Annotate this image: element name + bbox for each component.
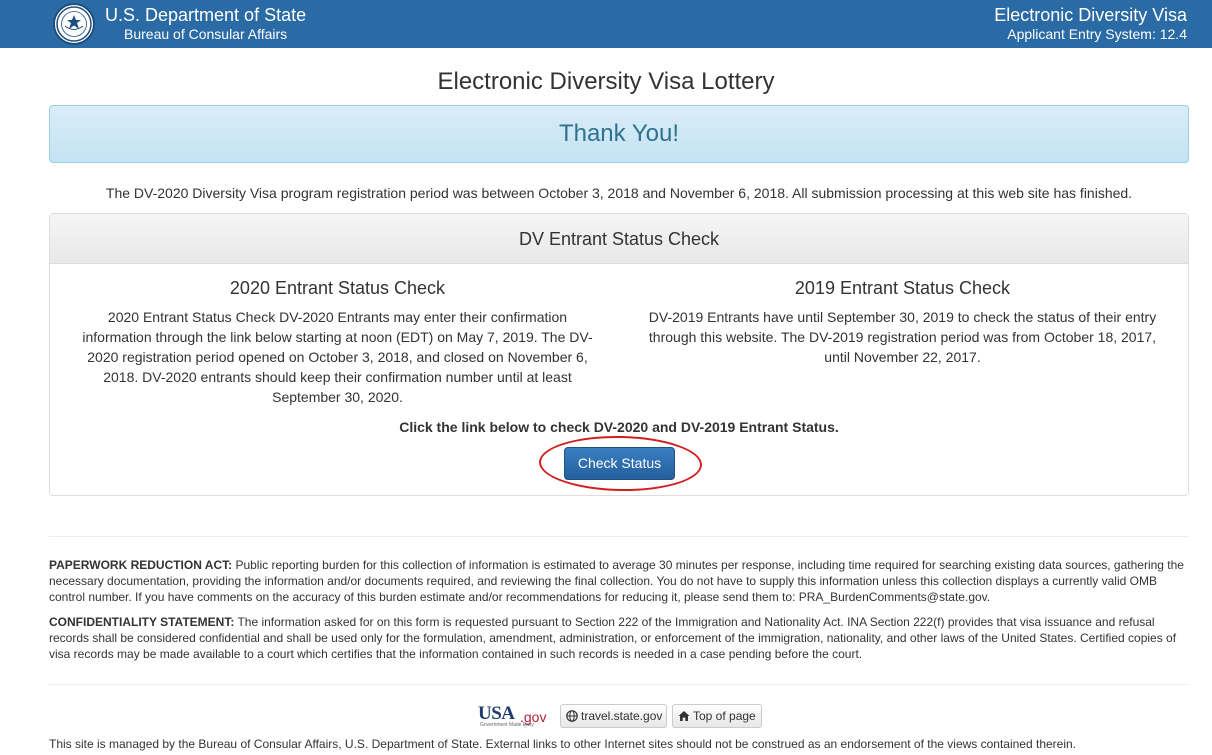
status-2020-section: 2020 Entrant Status Check 2020 Entrant S… [80, 278, 595, 407]
usa-logo-tagline: Government Made Easy [480, 722, 534, 728]
top-link-label: Top of page [693, 709, 756, 723]
system-title: Electronic Diversity Visa [994, 5, 1187, 25]
check-status-button[interactable]: Check Status [564, 447, 675, 480]
travel-state-gov-link[interactable]: travel.state.gov [560, 704, 667, 728]
status-2019-section: 2019 Entrant Status Check DV-2019 Entran… [645, 278, 1160, 367]
paperwork-reduction-act: PAPERWORK REDUCTION ACT: Public reportin… [49, 557, 1194, 606]
page-title: Electronic Diversity Visa Lottery [437, 68, 775, 95]
usa-logo-mark: USA [478, 703, 515, 724]
site-disclaimer: This site is managed by the Bureau of Co… [49, 737, 1077, 751]
system-version: Applicant Entry System: 12.4 [1007, 26, 1187, 42]
bureau-name: Bureau of Consular Affairs [124, 26, 288, 42]
status-2019-title: 2019 Entrant Status Check [794, 278, 1011, 298]
thank-you-banner: Thank You! [49, 105, 1189, 163]
registration-period-notice: The DV-2020 Diversity Visa program regis… [105, 185, 1133, 201]
globe-icon [566, 710, 578, 722]
usa-gov-logo[interactable]: USA .gov Government Made Easy [478, 704, 554, 728]
divider [49, 536, 1189, 537]
divider [49, 684, 1189, 685]
travel-link-label: travel.state.gov [581, 709, 663, 723]
status-check-panel: DV Entrant Status Check 2020 Entrant Sta… [49, 213, 1189, 496]
check-status-instruction: Click the link below to check DV-2020 an… [399, 419, 839, 435]
paperwork-label: PAPERWORK REDUCTION ACT: [49, 558, 233, 572]
state-department-seal-icon[interactable] [53, 3, 95, 45]
site-header: U.S. Department of State Bureau of Consu… [0, 0, 1212, 48]
footer-links: USA .gov Government Made Easy travel.sta… [0, 704, 1212, 728]
agency-name: U.S. Department of State [105, 5, 307, 25]
panel-heading: DV Entrant Status Check [50, 214, 1188, 264]
status-2020-description: 2020 Entrant Status Check DV-2020 Entran… [82, 309, 593, 405]
confidentiality-label: CONFIDENTIALITY STATEMENT: [49, 615, 235, 629]
status-2020-title: 2020 Entrant Status Check [229, 278, 446, 298]
status-2019-description: DV-2019 Entrants have until September 30… [648, 309, 1157, 365]
confidentiality-statement: CONFIDENTIALITY STATEMENT: The informati… [49, 614, 1194, 663]
top-of-page-link[interactable]: Top of page [672, 704, 762, 728]
home-icon [678, 711, 690, 721]
